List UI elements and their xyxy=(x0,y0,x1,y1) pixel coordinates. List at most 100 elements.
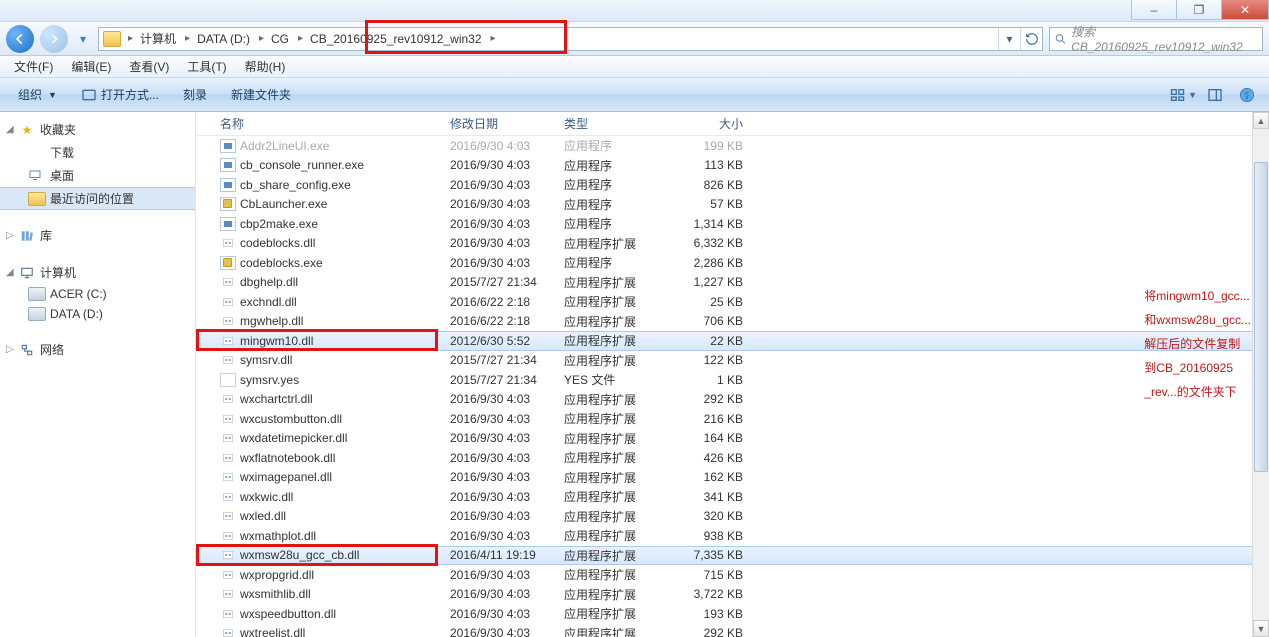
sidebar-item-drive-c[interactable]: ACER (C:) xyxy=(0,284,195,304)
file-name: wxmathplot.dll xyxy=(240,529,316,543)
file-row[interactable]: codeblocks.exe2016/9/30 4:03应用程序2,286 KB xyxy=(196,253,1269,273)
file-type: 应用程序扩展 xyxy=(556,429,664,449)
burn-button[interactable]: 刻录 xyxy=(173,82,217,107)
file-size: 7,335 KB xyxy=(664,547,752,565)
breadcrumb-box[interactable]: ▸ 计算机▸ DATA (D:)▸ CG▸ CB_20160925_rev109… xyxy=(98,27,1043,51)
history-dropdown[interactable]: ▾ xyxy=(74,27,92,51)
sidebar-item-recent[interactable]: 最近访问的位置 xyxy=(0,187,195,210)
file-icon xyxy=(220,431,236,445)
menu-edit[interactable]: 编辑(E) xyxy=(63,56,119,77)
minimize-button[interactable]: – xyxy=(1131,0,1177,20)
address-dropdown[interactable]: ▾ xyxy=(998,28,1020,50)
column-date[interactable]: 修改日期 xyxy=(442,112,556,135)
file-name: wxtreelist.dll xyxy=(240,626,305,637)
file-row[interactable]: wxled.dll2016/9/30 4:03应用程序扩展320 KB xyxy=(196,507,1269,527)
sidebar-libraries[interactable]: ▷库 xyxy=(0,224,195,247)
file-row[interactable]: wxmsw28u_gcc_cb.dll2016/4/11 19:19应用程序扩展… xyxy=(196,546,1269,566)
menu-file[interactable]: 文件(F) xyxy=(6,56,61,77)
scroll-up-button[interactable]: ▲ xyxy=(1253,112,1269,129)
file-row[interactable]: wxspeedbutton.dll2016/9/30 4:03应用程序扩展193… xyxy=(196,604,1269,624)
file-size: 341 KB xyxy=(664,487,752,507)
file-row[interactable]: wxpropgrid.dll2016/9/30 4:03应用程序扩展715 KB xyxy=(196,565,1269,585)
svg-text:?: ? xyxy=(1245,91,1250,100)
file-row[interactable]: cb_share_config.exe2016/9/30 4:03应用程序826… xyxy=(196,175,1269,195)
file-icon xyxy=(220,295,236,309)
search-input[interactable]: 搜索 CB_20160925_rev10912_win32 xyxy=(1049,27,1263,51)
scroll-down-button[interactable]: ▼ xyxy=(1253,620,1269,637)
file-row[interactable]: wximagepanel.dll2016/9/30 4:03应用程序扩展162 … xyxy=(196,468,1269,488)
view-options-button[interactable]: ▼ xyxy=(1169,83,1197,107)
sidebar-item-desktop[interactable]: 桌面 xyxy=(0,164,195,187)
file-row[interactable]: mgwhelp.dll2016/6/22 2:18应用程序扩展706 KB xyxy=(196,312,1269,332)
file-size: 1,227 KB xyxy=(664,273,752,293)
breadcrumb-current[interactable]: CB_20160925_rev10912_win32 xyxy=(306,28,487,50)
file-row[interactable]: wxmathplot.dll2016/9/30 4:03应用程序扩展938 KB xyxy=(196,526,1269,546)
file-name: wxchartctrl.dll xyxy=(240,392,313,406)
file-name: symsrv.yes xyxy=(240,373,299,387)
file-row[interactable]: CbLauncher.exe2016/9/30 4:03应用程序57 KB xyxy=(196,195,1269,215)
file-row[interactable]: wxtreelist.dll2016/9/30 4:03应用程序扩展292 KB xyxy=(196,624,1269,637)
new-folder-button[interactable]: 新建文件夹 xyxy=(221,82,301,107)
forward-button[interactable] xyxy=(40,25,68,53)
file-row[interactable]: wxflatnotebook.dll2016/9/30 4:03应用程序扩展42… xyxy=(196,448,1269,468)
column-name[interactable]: 名称 xyxy=(196,112,442,135)
sidebar-network[interactable]: ▷网络 xyxy=(0,338,195,361)
open-with-button[interactable]: 打开方式... xyxy=(71,82,169,107)
file-type: 应用程序扩展 xyxy=(556,565,664,585)
file-row[interactable]: wxsmithlib.dll2016/9/30 4:03应用程序扩展3,722 … xyxy=(196,585,1269,605)
menu-view[interactable]: 查看(V) xyxy=(121,56,177,77)
sidebar-favorites[interactable]: ◢★收藏夹 xyxy=(0,118,195,141)
breadcrumb-computer[interactable]: 计算机 xyxy=(136,28,182,50)
breadcrumb-drive[interactable]: DATA (D:) xyxy=(193,28,256,50)
file-row[interactable]: wxchartctrl.dll2016/9/30 4:03应用程序扩展292 K… xyxy=(196,390,1269,410)
file-date: 2016/9/30 4:03 xyxy=(442,604,556,624)
file-name: cbp2make.exe xyxy=(240,217,318,231)
file-row[interactable]: dbghelp.dll2015/7/27 21:34应用程序扩展1,227 KB xyxy=(196,273,1269,293)
file-row[interactable]: wxkwic.dll2016/9/30 4:03应用程序扩展341 KB xyxy=(196,487,1269,507)
file-row[interactable]: codeblocks.dll2016/9/30 4:03应用程序扩展6,332 … xyxy=(196,234,1269,254)
file-type: YES 文件 xyxy=(556,370,664,390)
file-list-pane: 名称 修改日期 类型 大小 Addr2LineUI.exe2016/9/30 4… xyxy=(196,112,1269,637)
file-type: 应用程序 xyxy=(556,175,664,195)
file-row[interactable]: symsrv.yes2015/7/27 21:34YES 文件1 KB xyxy=(196,370,1269,390)
file-icon xyxy=(220,139,236,153)
help-button[interactable]: ? xyxy=(1233,83,1261,107)
file-type: 应用程序 xyxy=(556,156,664,176)
file-row[interactable]: symsrv.dll2015/7/27 21:34应用程序扩展122 KB xyxy=(196,351,1269,371)
column-type[interactable]: 类型 xyxy=(556,112,664,135)
file-row[interactable]: exchndl.dll2016/6/22 2:18应用程序扩展25 KB xyxy=(196,292,1269,312)
file-row[interactable]: Addr2LineUI.exe2016/9/30 4:03应用程序199 KB xyxy=(196,136,1269,156)
file-name: Addr2LineUI.exe xyxy=(240,139,329,153)
file-row[interactable]: mingwm10.dll2012/6/30 5:52应用程序扩展22 KB xyxy=(196,331,1269,351)
file-icon xyxy=(220,236,236,250)
sidebar-item-drive-d[interactable]: DATA (D:) xyxy=(0,304,195,324)
sidebar-item-downloads[interactable]: 下载 xyxy=(0,141,195,164)
close-button[interactable]: ✕ xyxy=(1221,0,1269,20)
file-row[interactable]: cb_console_runner.exe2016/9/30 4:03应用程序1… xyxy=(196,156,1269,176)
menu-tools[interactable]: 工具(T) xyxy=(179,56,234,77)
file-name: wxcustombutton.dll xyxy=(240,412,342,426)
breadcrumb-cg[interactable]: CG xyxy=(267,28,295,50)
file-icon xyxy=(220,529,236,543)
file-row[interactable]: cbp2make.exe2016/9/30 4:03应用程序1,314 KB xyxy=(196,214,1269,234)
file-size: 162 KB xyxy=(664,468,752,488)
file-date: 2016/9/30 4:03 xyxy=(442,526,556,546)
menu-help[interactable]: 帮助(H) xyxy=(237,56,294,77)
file-row[interactable]: wxdatetimepicker.dll2016/9/30 4:03应用程序扩展… xyxy=(196,429,1269,449)
file-icon xyxy=(220,392,236,406)
file-name: wxpropgrid.dll xyxy=(240,568,314,582)
file-name: wxmsw28u_gcc_cb.dll xyxy=(240,548,359,562)
preview-pane-button[interactable] xyxy=(1201,83,1229,107)
scrollbar[interactable]: ▲ ▼ xyxy=(1252,112,1269,637)
file-row[interactable]: wxcustombutton.dll2016/9/30 4:03应用程序扩展21… xyxy=(196,409,1269,429)
organize-button[interactable]: 组织▼ xyxy=(8,82,67,107)
file-date: 2016/9/30 4:03 xyxy=(442,390,556,410)
column-headers: 名称 修改日期 类型 大小 xyxy=(196,112,1269,136)
annotation-text: 将mingwm10_gcc... 和wxmsw28u_gcc... 解压后的文件… xyxy=(1144,284,1251,404)
scroll-thumb[interactable] xyxy=(1254,162,1268,472)
refresh-button[interactable] xyxy=(1020,28,1042,50)
back-button[interactable] xyxy=(6,25,34,53)
column-size[interactable]: 大小 xyxy=(664,112,752,135)
maximize-button[interactable]: ❐ xyxy=(1176,0,1222,20)
sidebar-computer[interactable]: ◢计算机 xyxy=(0,261,195,284)
